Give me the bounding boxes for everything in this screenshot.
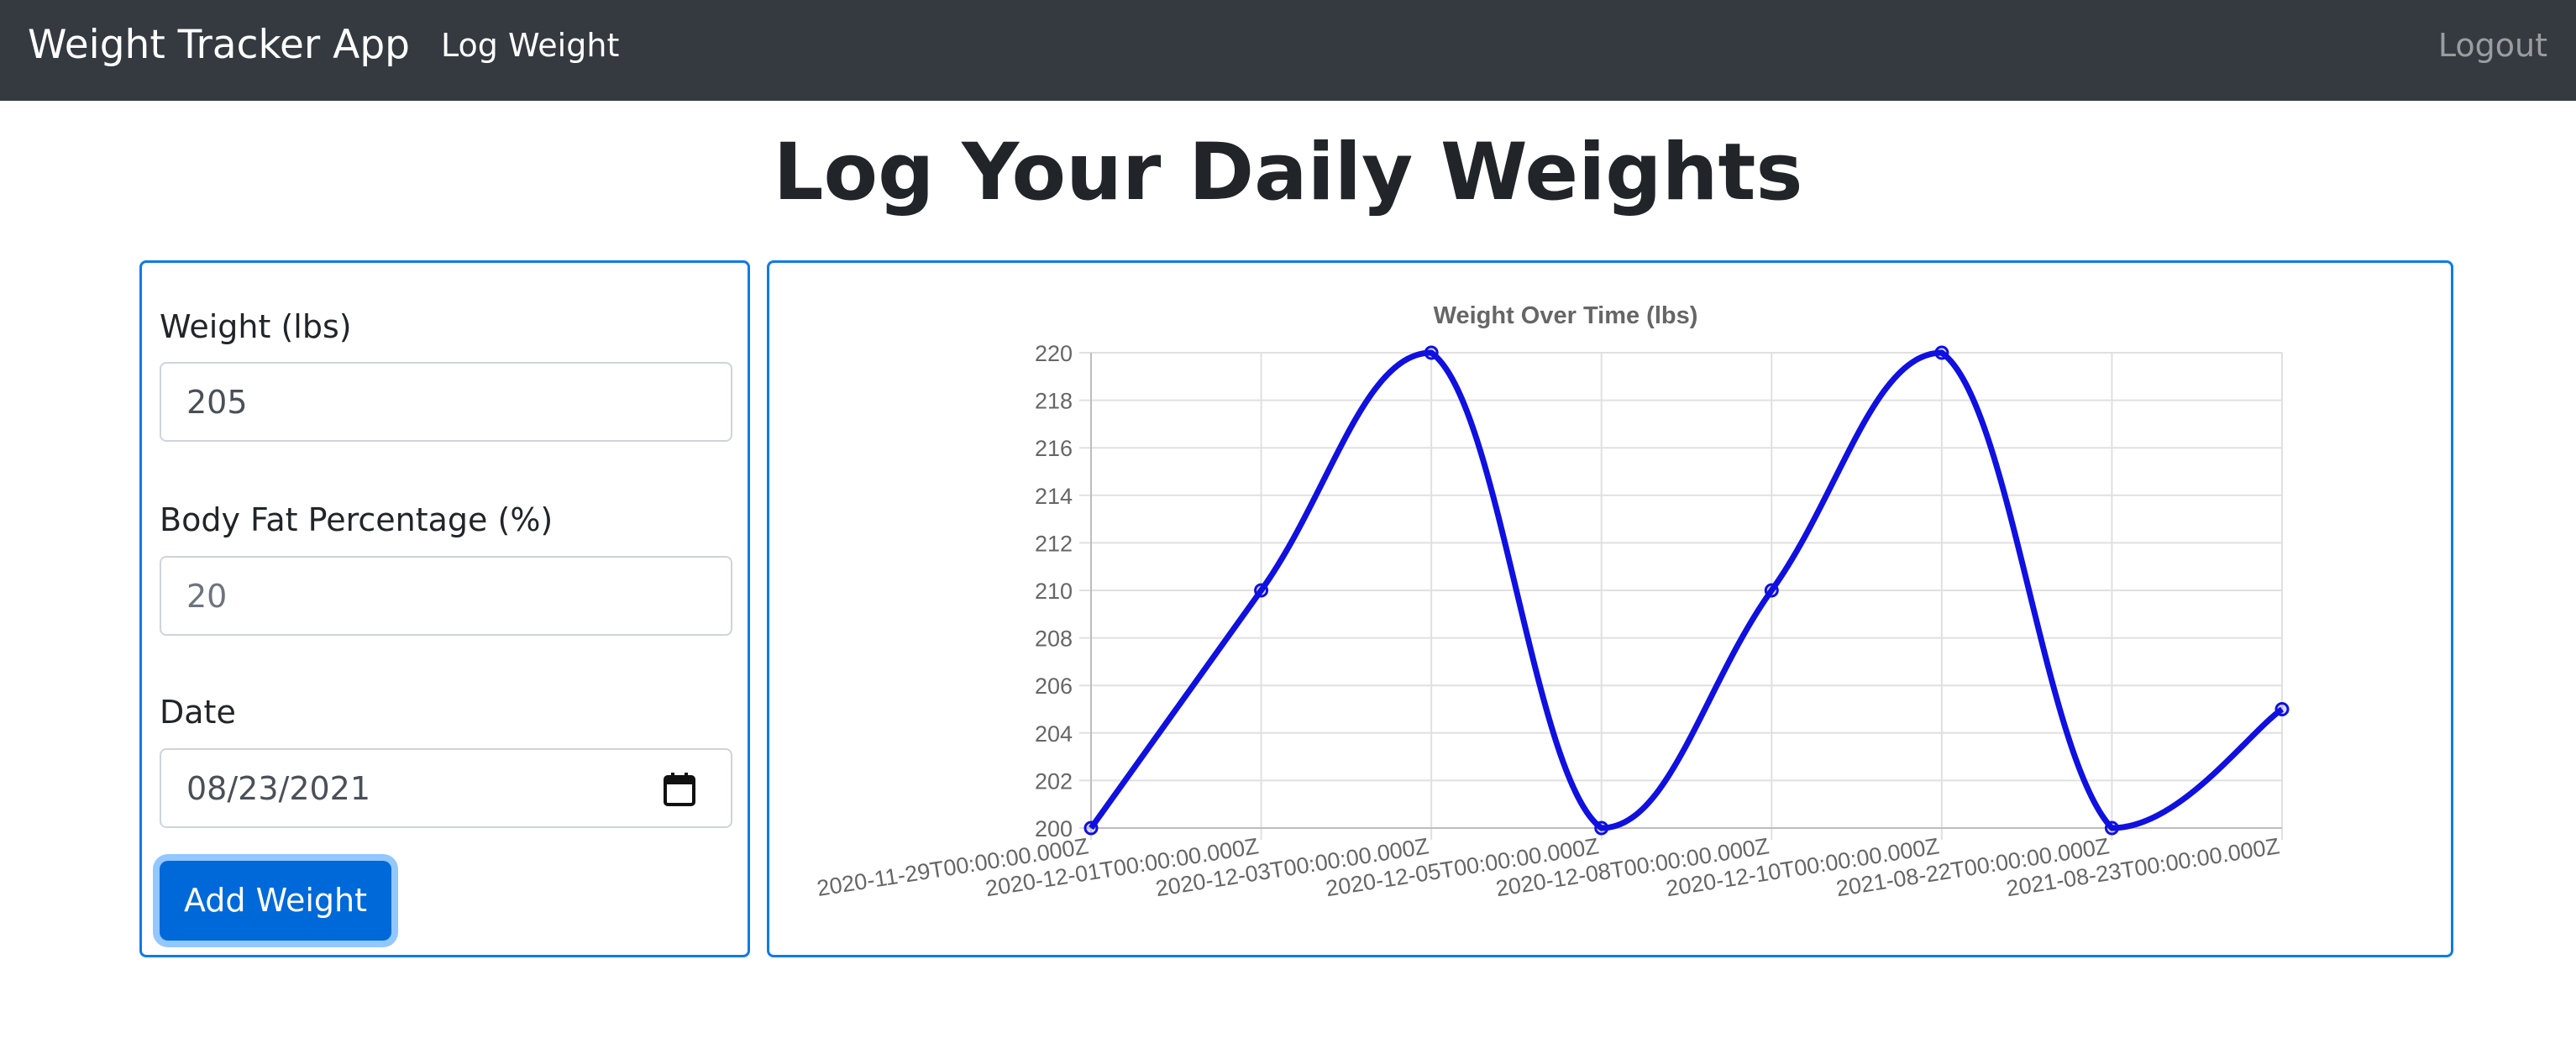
data-point <box>2274 702 2290 716</box>
data-point <box>2104 820 2119 836</box>
chart-title: Weight Over Time (lbs) <box>1434 302 1698 329</box>
y-tick-label: 202 <box>1035 768 1073 794</box>
nav-link-log-weight[interactable]: Log Weight <box>441 24 619 66</box>
weight-chart: Weight Over Time (lbs)200202204206208210… <box>816 302 2290 901</box>
y-tick-label: 216 <box>1035 436 1073 461</box>
date-input[interactable]: 08/23/2021 <box>160 748 732 828</box>
chart-panel: Weight Over Time (lbs) 200 202 204 206 208 210… <box>767 260 2453 957</box>
page-title: Log Your Daily Weights <box>773 127 1803 218</box>
body-fat-input[interactable]: 20 <box>160 556 732 636</box>
weight-form-panel: Weight (lbs) 205 Body Fat Percentage (%)… <box>139 260 750 957</box>
data-point <box>1764 583 1779 598</box>
y-tick-label: 206 <box>1035 674 1073 699</box>
weight-label: Weight (lbs) <box>160 308 352 345</box>
y-tick-label: 214 <box>1035 484 1073 509</box>
body-fat-placeholder: 20 <box>186 578 228 615</box>
add-weight-button[interactable]: Add Weight <box>160 861 391 941</box>
data-point <box>1934 345 1949 360</box>
data-point <box>1594 820 1609 836</box>
y-tick-label: 218 <box>1035 389 1073 414</box>
navbar: Weight Tracker App Log Weight Logout <box>0 0 2576 101</box>
y-tick-label: 204 <box>1035 721 1073 747</box>
data-point <box>1254 583 1269 598</box>
date-input-value: 08/23/2021 <box>186 770 371 807</box>
data-point <box>1083 820 1099 836</box>
weight-input-value: 205 <box>186 384 248 421</box>
y-tick-label: 212 <box>1035 531 1073 556</box>
weight-input[interactable]: 205 <box>160 362 732 442</box>
y-tick-label: 210 <box>1035 579 1073 604</box>
data-point <box>1424 345 1439 360</box>
y-tick-label: 220 <box>1035 341 1073 366</box>
calendar-icon[interactable] <box>664 772 695 807</box>
brand-link[interactable]: Weight Tracker App <box>28 20 410 71</box>
date-label: Date <box>160 694 236 731</box>
y-tick-label: 208 <box>1035 626 1073 652</box>
logout-link[interactable]: Logout <box>2438 24 2547 66</box>
body-fat-label: Body Fat Percentage (%) <box>160 501 553 538</box>
